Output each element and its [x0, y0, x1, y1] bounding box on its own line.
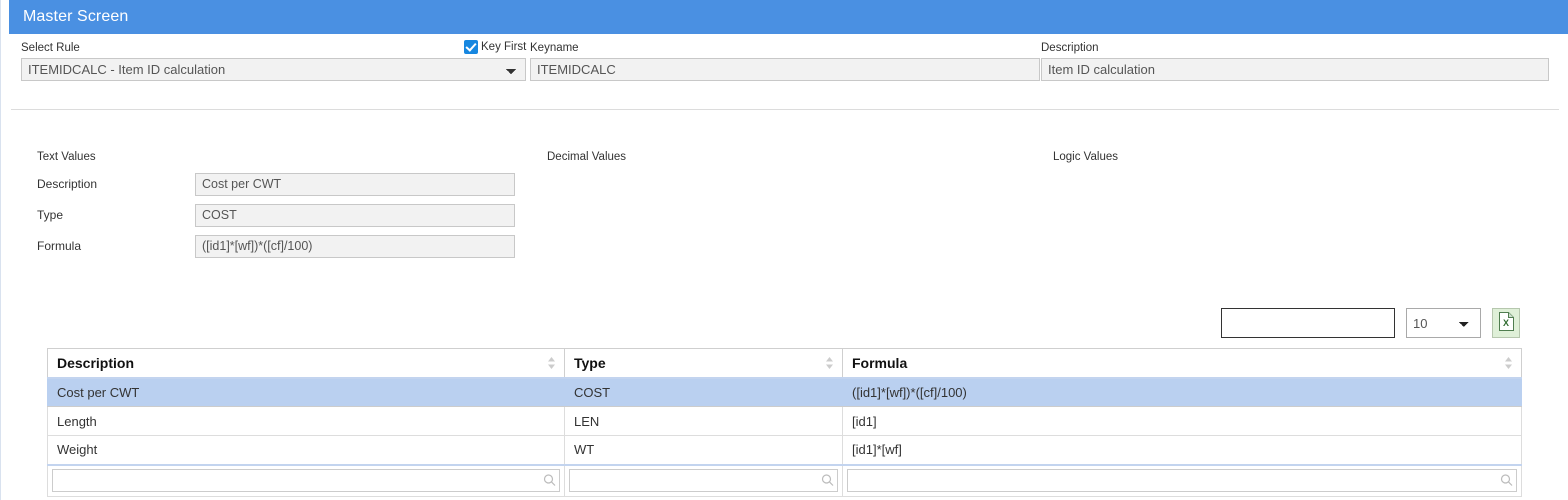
key-first-label: Key First	[481, 41, 526, 53]
cell-formula: [id1]*[wf]	[843, 436, 1522, 465]
window-titlebar: Master Screen	[9, 0, 1568, 34]
section-divider	[11, 109, 1559, 110]
master-screen-app: Master Screen Select Rule ITEMIDCALC - I…	[0, 0, 1568, 500]
decimal-values-title: Decimal Values	[547, 151, 626, 163]
table-body: Cost per CWT COST ([id1]*[wf])*([cf]/100…	[48, 378, 1522, 497]
keyname-group: Keyname	[530, 42, 1040, 81]
table-head: Description Type	[48, 349, 1522, 378]
cell-type: COST	[565, 378, 843, 407]
table-row[interactable]: Length LEN [id1]	[48, 407, 1522, 436]
filter-cell-description	[48, 465, 565, 497]
text-value-input-type[interactable]	[195, 204, 515, 227]
page-size-dropdown[interactable]: 10	[1406, 308, 1481, 338]
text-value-input-formula[interactable]	[195, 235, 515, 258]
text-value-row-formula: Formula	[37, 234, 515, 258]
top-form-strip: Select Rule ITEMIDCALC - Item ID calcula…	[1, 34, 1568, 109]
filter-input-formula[interactable]	[847, 469, 1517, 492]
filter-cell-type	[565, 465, 843, 497]
filter-wrap-formula	[847, 473, 1517, 488]
cell-type: WT	[565, 436, 843, 465]
table-search-input[interactable]	[1221, 308, 1395, 338]
select-rule-label: Select Rule	[21, 42, 526, 55]
cell-formula: [id1]	[843, 407, 1522, 436]
values-panels: Text Values Decimal Values Logic Values …	[1, 118, 1568, 268]
column-header-description-label: Description	[57, 355, 134, 371]
table-row[interactable]: Cost per CWT COST ([id1]*[wf])*([cf]/100…	[48, 378, 1522, 407]
description-group: Description	[1041, 42, 1549, 81]
sort-icon[interactable]	[547, 356, 556, 370]
excel-icon: X	[1499, 312, 1514, 334]
select-rule-group: Select Rule ITEMIDCALC - Item ID calcula…	[21, 42, 526, 81]
key-first-checkbox[interactable]	[464, 40, 478, 54]
table-toolbar: 10 X	[1221, 308, 1520, 338]
column-header-type[interactable]: Type	[565, 349, 843, 378]
column-header-formula[interactable]: Formula	[843, 349, 1522, 378]
column-header-type-label: Type	[574, 355, 606, 371]
table-header-row: Description Type	[48, 349, 1522, 378]
text-value-input-description[interactable]	[195, 173, 515, 196]
cell-description: Length	[48, 407, 565, 436]
column-header-description[interactable]: Description	[48, 349, 565, 378]
cell-type: LEN	[565, 407, 843, 436]
filter-wrap-type	[569, 473, 838, 488]
text-value-row-type: Type	[37, 203, 515, 227]
filter-input-description[interactable]	[52, 469, 560, 492]
text-value-row-description: Description	[37, 172, 515, 196]
filter-wrap-description	[52, 473, 560, 488]
filter-input-type[interactable]	[569, 469, 838, 492]
logic-values-title: Logic Values	[1053, 151, 1118, 163]
cell-description: Weight	[48, 436, 565, 465]
description-input[interactable]	[1041, 58, 1549, 81]
text-value-label-type: Type	[37, 208, 195, 222]
keyname-input[interactable]	[530, 58, 1040, 81]
table-row[interactable]: Weight WT [id1]*[wf]	[48, 436, 1522, 465]
sort-icon[interactable]	[1504, 356, 1513, 370]
export-excel-button[interactable]: X	[1492, 308, 1520, 338]
column-header-formula-label: Formula	[852, 355, 907, 371]
text-values-title: Text Values	[37, 151, 96, 163]
sort-icon[interactable]	[825, 356, 834, 370]
text-value-label-formula: Formula	[37, 239, 195, 253]
page-title: Master Screen	[23, 8, 128, 26]
svg-text:X: X	[1502, 318, 1508, 328]
keyname-label: Keyname	[530, 42, 1040, 55]
key-first-group[interactable]: Key First	[464, 40, 526, 54]
table-filter-row	[48, 465, 1522, 497]
rules-table: Description Type	[47, 348, 1522, 497]
cell-description: Cost per CWT	[48, 378, 565, 407]
description-label: Description	[1041, 42, 1549, 55]
text-value-label-description: Description	[37, 177, 195, 191]
filter-cell-formula	[843, 465, 1522, 497]
cell-formula: ([id1]*[wf])*([cf]/100)	[843, 378, 1522, 407]
select-rule-dropdown[interactable]: ITEMIDCALC - Item ID calculation	[21, 58, 526, 81]
